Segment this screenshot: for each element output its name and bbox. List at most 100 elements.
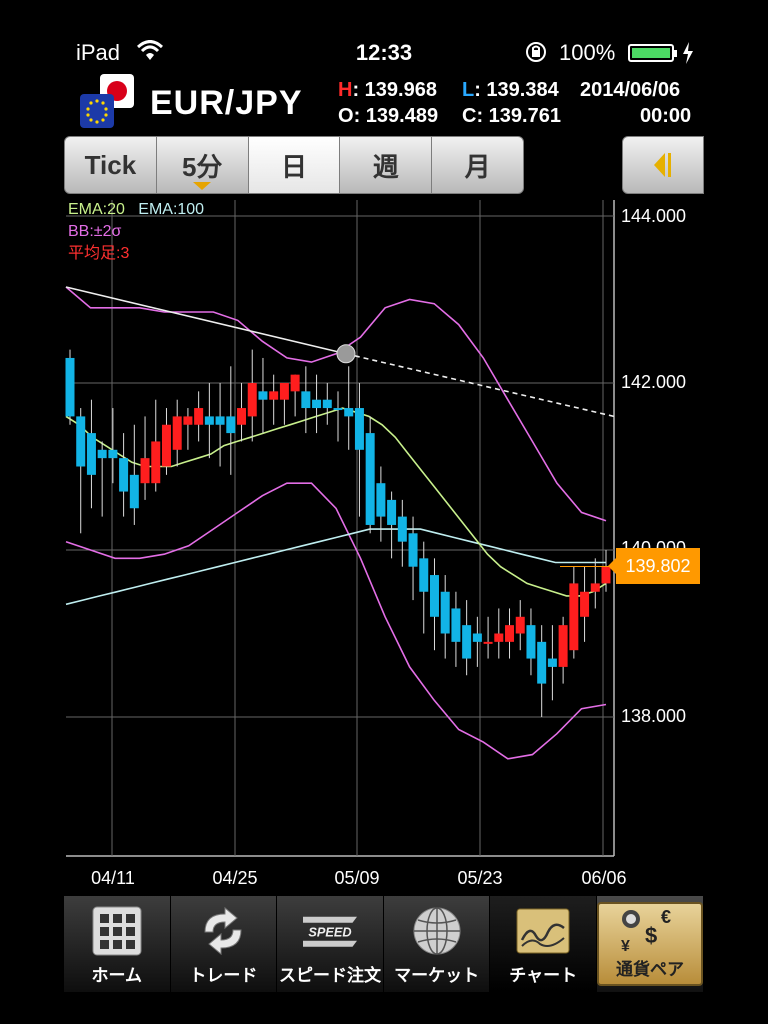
currency-pair-icon: € $ ¥ [621, 907, 671, 955]
candle-body [215, 416, 225, 425]
candle-body [344, 408, 354, 417]
high-value: : 139.968 [352, 79, 437, 101]
x-tick-label: 05/23 [457, 868, 503, 888]
close-key: C [462, 105, 477, 127]
timeframe-tabs: Tick 5分 日 週 月 [64, 136, 524, 194]
candle-body [440, 591, 450, 634]
svg-text:¥: ¥ [621, 938, 630, 955]
candle-body [247, 383, 257, 417]
current-price-tag: 139.802 [608, 548, 700, 584]
bollinger-upper-line [65, 286, 607, 522]
tab-daily[interactable]: 日 [248, 137, 341, 193]
home-grid-icon [87, 905, 147, 957]
bottom-toolbar: ホーム トレード SPEED スピード注文 マーケット チャート € $ ¥ 通… [64, 896, 704, 992]
candle-body [451, 608, 461, 642]
currency-pair-card: € $ ¥ 通貨ペア [596, 902, 703, 986]
trend-line-handle[interactable] [336, 344, 356, 364]
candle-body [97, 449, 107, 459]
toolbar-market-label: マーケット [394, 966, 480, 985]
x-tick-label: 04/25 [212, 868, 258, 888]
candle-body [558, 625, 568, 667]
candle-body [108, 449, 118, 459]
candle-body [290, 374, 300, 392]
candle-body [86, 433, 96, 475]
candle-body [119, 458, 129, 492]
candle-body [580, 591, 590, 617]
candle-body [226, 416, 236, 434]
toolbar-chart-label: チャート [509, 966, 578, 985]
candle-body [483, 641, 493, 644]
low-price: L: 139.384 [462, 78, 559, 102]
trade-arrows-icon [193, 905, 253, 957]
legend-ema100: EMA:100 [138, 201, 205, 218]
candle-body [505, 625, 515, 642]
battery-percent: 100% [559, 40, 616, 65]
toolbar-chart[interactable]: チャート [490, 896, 597, 992]
toolbar-currency-pair[interactable]: € $ ¥ 通貨ペア [596, 896, 704, 992]
svg-text:$: $ [645, 923, 657, 948]
candle-body [429, 575, 439, 617]
collapse-left-icon [654, 153, 671, 177]
legend-ema20: EMA:20 [68, 201, 125, 218]
tab-tick[interactable]: Tick [65, 137, 157, 193]
candle-body [537, 641, 547, 684]
x-tick-label: 04/11 [91, 868, 135, 888]
candle-body [515, 616, 525, 634]
toolbar-market[interactable]: マーケット [383, 896, 491, 992]
tab-weekly-label: 週 [372, 151, 399, 182]
x-tick-label: 05/09 [334, 868, 380, 888]
candle-time: 00:00 [640, 105, 692, 127]
candle-body [569, 583, 579, 651]
candle-body [161, 424, 171, 467]
tab-monthly-label: 月 [464, 151, 491, 182]
tab-tick-label: Tick [84, 149, 137, 180]
candle-body [419, 558, 429, 592]
side-panel-toggle-button[interactable] [622, 136, 704, 194]
tab-monthly[interactable]: 月 [432, 137, 523, 193]
open-key: O [338, 105, 354, 127]
toolbar-home[interactable]: ホーム [64, 896, 171, 992]
tab-5min-label: 5分 [181, 151, 223, 182]
candle-body [365, 433, 375, 525]
rotation-lock-icon [526, 42, 546, 62]
open-price: O: 139.489 [338, 104, 438, 128]
battery-icon [628, 44, 677, 62]
candle-body [237, 408, 247, 425]
tab-5min[interactable]: 5分 [157, 137, 249, 193]
toolbar-trade[interactable]: トレード [170, 896, 278, 992]
candle-body [462, 625, 472, 659]
candle-body [269, 391, 279, 400]
high-price: H: 139.968 [338, 78, 437, 102]
candle-body [258, 391, 268, 400]
candle-body [279, 383, 289, 400]
candle-body [590, 583, 600, 592]
eur-jpy-flag-icon [80, 74, 134, 128]
dropdown-caret-icon[interactable] [193, 182, 212, 190]
candle-body [129, 474, 139, 509]
y-tick-label: 138.000 [621, 706, 687, 726]
low-key: L [462, 79, 475, 101]
trend-line[interactable] [65, 286, 347, 355]
candle-body [301, 391, 311, 409]
low-value: : 139.384 [474, 79, 559, 101]
legend-heikin-ashi: 平均足:3 [68, 245, 130, 262]
candle-body [397, 516, 407, 542]
ema100-line [65, 528, 606, 606]
candle-body [172, 416, 182, 450]
candle-body [472, 633, 482, 642]
toolbar-speed-order-label: スピード注文 [278, 966, 381, 985]
candle-date: 2014/06/06 [580, 79, 681, 101]
speed-icon: SPEED [300, 905, 360, 957]
tab-weekly[interactable]: 週 [340, 137, 433, 193]
candle-body [354, 408, 364, 450]
candle-body [376, 483, 386, 517]
candle-body [140, 458, 150, 484]
globe-icon [407, 905, 467, 957]
candle-body [312, 399, 322, 409]
toolbar-speed-order[interactable]: SPEED スピード注文 [277, 896, 384, 992]
candle-body [408, 533, 418, 567]
speed-icon-text: SPEED [308, 924, 351, 939]
high-key: H [338, 79, 353, 101]
toolbar-trade-label: トレード [189, 966, 258, 985]
ema20-line [65, 407, 607, 597]
